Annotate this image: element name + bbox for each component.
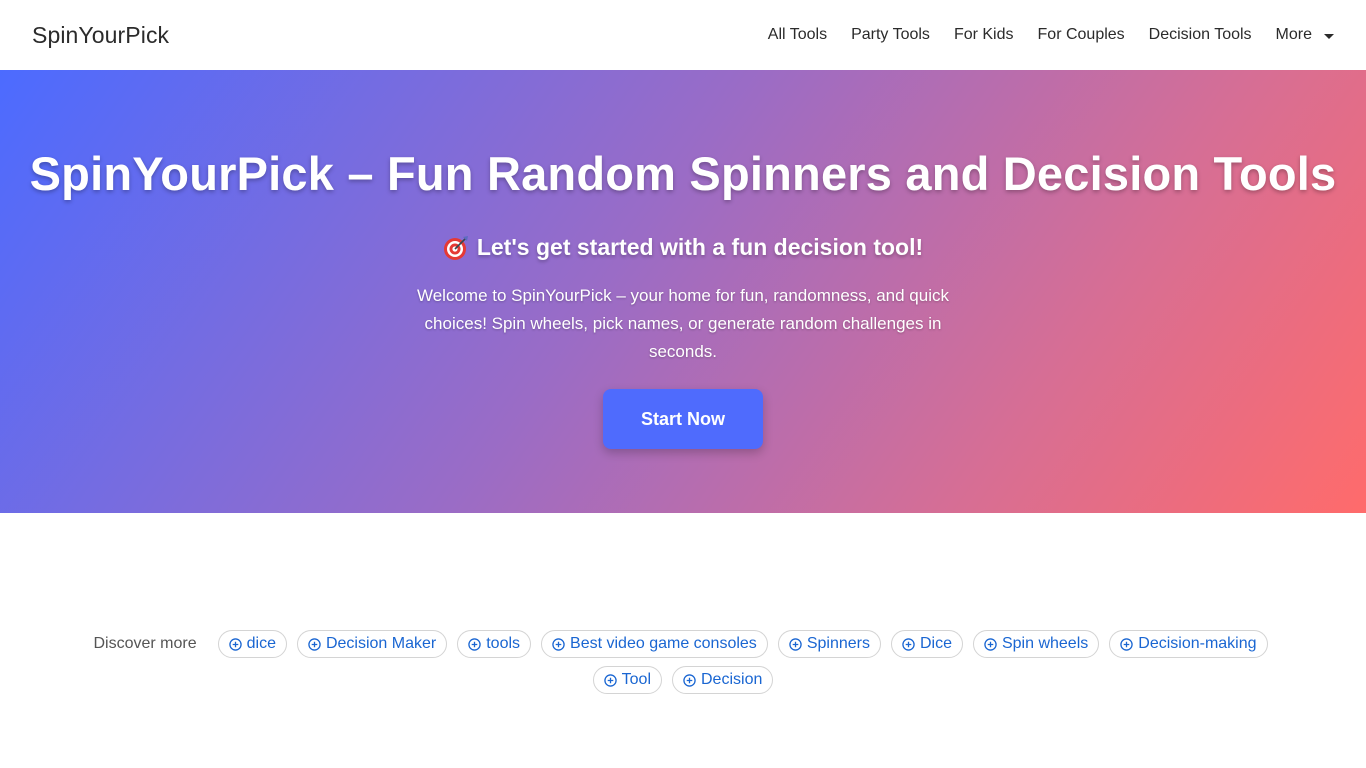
hero-description: Welcome to SpinYourPick – your home for … xyxy=(416,286,949,361)
discover-row-1: Discover more dice Decision Maker tools … xyxy=(0,630,1366,658)
plus-circle-icon xyxy=(683,673,696,687)
chip-dice[interactable]: dice xyxy=(217,630,287,658)
chip-label: Spin wheels xyxy=(1001,635,1089,652)
discover-more-label: Discover more xyxy=(93,635,197,652)
nav-link-for-couples[interactable]: For Couples xyxy=(1038,26,1125,44)
chip-decision-maker[interactable]: Decision Maker xyxy=(296,630,448,658)
hero-title: SpinYourPick – Fun Random Spinners and D… xyxy=(29,147,1337,200)
plus-circle-icon xyxy=(1120,637,1133,651)
discover-more-section: Discover more dice Decision Maker tools … xyxy=(0,630,1366,702)
hero-section: SpinYourPick – Fun Random Spinners and D… xyxy=(0,70,1366,513)
chip-tools[interactable]: tools xyxy=(457,630,532,658)
chip-decision[interactable]: Decision xyxy=(672,666,774,694)
chip-dice-2[interactable]: Dice xyxy=(890,630,963,658)
plus-circle-icon xyxy=(468,637,481,651)
plus-circle-icon xyxy=(902,637,915,651)
chip-spin-wheels[interactable]: Spin wheels xyxy=(972,630,1100,658)
plus-circle-icon xyxy=(603,673,617,687)
chip-label: Best video game consoles xyxy=(570,635,757,652)
nav-link-party-tools[interactable]: Party Tools xyxy=(851,26,930,44)
chip-best-video-game-consoles[interactable]: Best video game consoles xyxy=(541,630,768,658)
chip-tool[interactable]: Tool xyxy=(592,666,662,694)
hero-subtitle: Let's get started with a fun decision to… xyxy=(0,234,1366,261)
chip-label: tools xyxy=(486,635,521,652)
nav-links: All Tools Party Tools For Kids For Coupl… xyxy=(768,26,1334,44)
chip-label: Decision xyxy=(701,671,763,688)
plus-circle-icon xyxy=(228,637,242,651)
plus-circle-icon xyxy=(984,637,997,651)
nav-link-all-tools[interactable]: All Tools xyxy=(768,26,827,44)
plus-circle-icon xyxy=(789,637,802,651)
chip-spinners[interactable]: Spinners xyxy=(777,630,881,658)
discover-row-2: Tool Decision xyxy=(0,666,1366,694)
hero-subtitle-text: Let's get started with a fun decision to… xyxy=(476,234,924,260)
chip-decision-making[interactable]: Decision-making xyxy=(1109,630,1268,658)
chip-label: Tool xyxy=(621,671,651,688)
target-emoji-icon xyxy=(443,235,468,260)
nav-dropdown-more[interactable]: More xyxy=(1276,26,1334,44)
chip-label: Dice xyxy=(919,635,952,652)
start-now-button[interactable]: Start Now xyxy=(603,389,763,449)
nav-link-decision-tools[interactable]: Decision Tools xyxy=(1149,26,1252,44)
plus-circle-icon xyxy=(552,637,565,651)
top-navbar: SpinYourPick All Tools Party Tools For K… xyxy=(0,0,1366,70)
chip-label: dice xyxy=(246,635,276,652)
chip-label: Spinners xyxy=(806,635,870,652)
nav-link-for-kids[interactable]: For Kids xyxy=(954,26,1014,44)
chip-label: Decision Maker xyxy=(325,635,437,652)
plus-circle-icon xyxy=(308,637,321,651)
chip-label: Decision-making xyxy=(1138,635,1257,652)
caret-down-icon xyxy=(1324,34,1334,39)
nav-dropdown-more-label: More xyxy=(1275,26,1312,43)
brand-logo-link[interactable]: SpinYourPick xyxy=(32,22,169,49)
